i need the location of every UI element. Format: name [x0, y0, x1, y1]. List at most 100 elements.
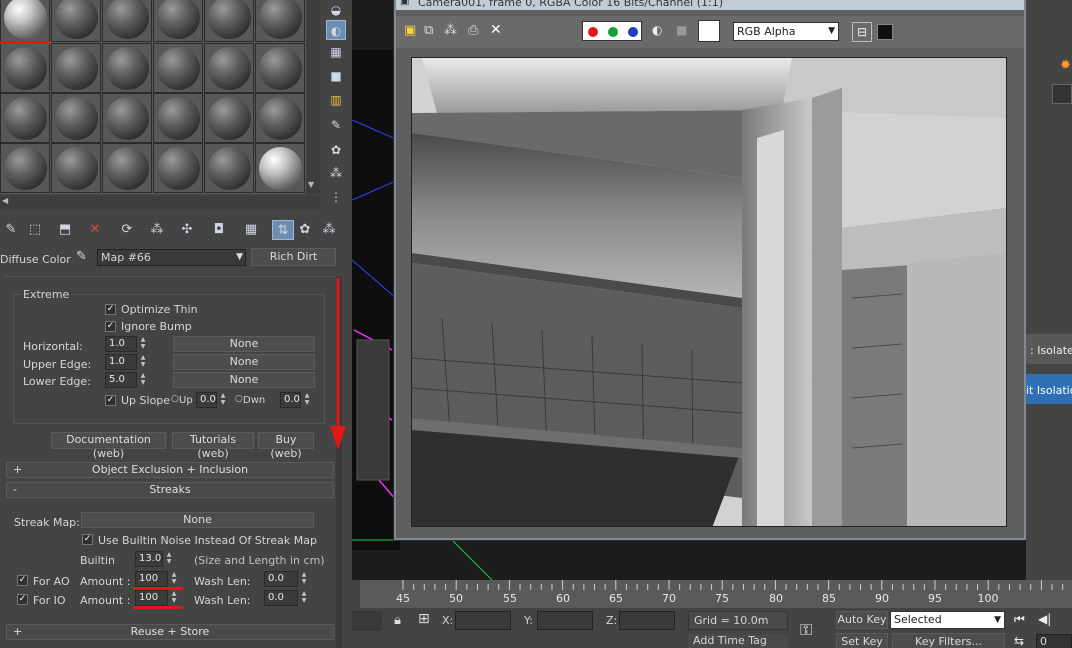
auto-key-button[interactable]: Auto Key	[836, 611, 888, 629]
print-icon[interactable]: ⎙	[468, 23, 478, 38]
sample-slot[interactable]	[102, 93, 152, 143]
sample-slot[interactable]	[102, 143, 152, 193]
scroll-left-icon[interactable]: ◀	[2, 196, 8, 205]
sample-slot[interactable]	[51, 43, 101, 93]
set-key-button[interactable]: Set Key	[836, 633, 888, 648]
material-id-icon[interactable]: ✣	[176, 220, 198, 240]
x-coordinate-field[interactable]	[455, 611, 511, 630]
spinner-arrows-icon[interactable]: ▲ ▼	[164, 551, 174, 567]
sample-slot[interactable]	[204, 143, 254, 193]
spinner-arrows-icon[interactable]: ▲ ▼	[302, 392, 312, 408]
sample-type-icon[interactable]: ◒	[326, 0, 346, 20]
alpha-channel-icon[interactable]: ◐	[652, 23, 662, 37]
builtin-spinner[interactable]: 13.0 ▲ ▼	[135, 551, 171, 567]
exit-isolation-item[interactable]: it Isolation	[1026, 384, 1072, 397]
scroll-down-icon[interactable]: ▼	[308, 180, 314, 189]
sample-slot[interactable]	[51, 93, 101, 143]
options-icon[interactable]: ✿	[326, 140, 346, 160]
spinner-arrows-icon[interactable]: ▲ ▼	[169, 571, 179, 587]
reuse-store-rollout[interactable]: + Reuse + Store	[6, 624, 334, 640]
ao-amount-spinner[interactable]: 100 ▲ ▼	[135, 571, 176, 587]
io-amount-spinner[interactable]: 100 ▲ ▼	[135, 590, 176, 606]
io-wash-spinner[interactable]: 0.0 ▲ ▼	[264, 590, 306, 606]
for-io-checkbox[interactable]: ✓	[17, 594, 28, 605]
sample-slot[interactable]	[255, 0, 305, 42]
ignore-bump-checkbox[interactable]: ✓	[105, 321, 116, 332]
toggle-ui-icon[interactable]: ⊟	[852, 22, 872, 42]
streak-map-button[interactable]: None	[81, 512, 314, 528]
sample-slot[interactable]	[255, 143, 305, 193]
sample-slot[interactable]	[204, 43, 254, 93]
y-coordinate-field[interactable]	[537, 611, 593, 630]
red-channel-icon[interactable]	[588, 27, 598, 37]
sample-slot[interactable]	[0, 43, 50, 93]
sample-slot[interactable]	[0, 143, 50, 193]
upper-edge-spinner[interactable]: 1.0 ▲ ▼	[105, 354, 145, 370]
mono-icon[interactable]: ■	[676, 23, 687, 37]
horizontal-spinner[interactable]: 1.0 ▲ ▼	[105, 336, 145, 352]
lights-icon[interactable]: ✹	[1060, 58, 1071, 73]
previous-frame-icon[interactable]: ◀|	[1038, 612, 1051, 626]
sample-slot[interactable]	[0, 93, 50, 143]
channel-dropdown[interactable]: RGB Alpha ▼	[733, 22, 839, 41]
make-unique-icon[interactable]: ⟳	[116, 220, 138, 240]
time-config-icon[interactable]: ⇆	[1014, 634, 1024, 648]
put-to-library-icon[interactable]: ⁂	[146, 220, 168, 240]
streaks-rollout[interactable]: - Streaks	[6, 482, 334, 498]
map-name-dropdown[interactable]: Map #66 ▼	[97, 249, 246, 266]
key-icon[interactable]: ⚿	[800, 620, 812, 640]
background-icon[interactable]: ▦	[326, 42, 346, 62]
go-to-start-icon[interactable]: ⏮	[1014, 612, 1025, 627]
put-to-scene-icon[interactable]: ⬚	[24, 220, 46, 240]
dwn-radio[interactable]: ○	[235, 394, 243, 404]
clear-icon[interactable]: ✕	[490, 22, 502, 38]
spinner-arrows-icon[interactable]: ▲ ▼	[169, 590, 179, 606]
key-filters-button[interactable]: Key Filters...	[892, 633, 1005, 648]
sample-slot[interactable]	[255, 93, 305, 143]
sample-slot[interactable]	[51, 0, 101, 42]
material-navigator-icon[interactable]: ⋮	[326, 187, 346, 207]
sample-slot[interactable]	[51, 143, 101, 193]
buy-button[interactable]: Buy (web)	[258, 432, 314, 460]
get-material-icon[interactable]: ✎	[0, 220, 22, 240]
uv-tiling-icon[interactable]: ■	[326, 66, 346, 86]
backlight-icon[interactable]: ◐	[326, 20, 346, 40]
go-to-parent-icon[interactable]: ⇅	[272, 220, 294, 240]
clone-window-icon[interactable]: ⧉	[424, 23, 433, 38]
sample-slot[interactable]	[153, 143, 203, 193]
spinner-arrows-icon[interactable]: ▲ ▼	[138, 336, 148, 352]
eyedropper-icon[interactable]: ✎	[76, 249, 87, 264]
lower-edge-map-button[interactable]: None	[173, 372, 315, 388]
make-preview-icon[interactable]: ✎	[326, 115, 346, 135]
track-icon[interactable]: ⁂	[444, 23, 457, 38]
up-slope-checkbox[interactable]: ✓	[105, 395, 116, 406]
builtin-noise-checkbox[interactable]: ✓	[82, 534, 93, 545]
select-by-material-icon[interactable]: ⁂	[326, 163, 346, 183]
timeline[interactable]: 45 50 55 60 65 70 75 80 85 90 95 100	[360, 580, 1072, 608]
ao-wash-spinner[interactable]: 0.0 ▲ ▼	[264, 571, 306, 587]
key-selection-dropdown[interactable]: Selected ▼	[890, 611, 1005, 629]
display-overlay-icon[interactable]	[877, 24, 893, 40]
spinner-arrows-icon[interactable]: ▲ ▼	[138, 354, 148, 370]
isolate-menu-item[interactable]: : Isolate	[1030, 344, 1072, 357]
show-shaded-icon[interactable]: ▦	[240, 220, 262, 240]
sample-slot[interactable]	[153, 0, 203, 42]
name-field[interactable]	[1052, 84, 1072, 104]
slots-scrollbar[interactable]: ▼	[306, 0, 320, 194]
sample-slot[interactable]	[153, 43, 203, 93]
dwn-spinner[interactable]: 0.0 ▲ ▼	[280, 392, 309, 408]
go-forward-sibling-icon[interactable]: ✿	[294, 220, 316, 240]
tutorials-button[interactable]: Tutorials (web)	[172, 432, 254, 460]
sample-slot[interactable]	[102, 43, 152, 93]
sample-slot[interactable]	[153, 93, 203, 143]
spinner-arrows-icon[interactable]: ▲ ▼	[218, 392, 228, 408]
sample-slot[interactable]	[0, 0, 50, 42]
object-exclusion-rollout[interactable]: + Object Exclusion + Inclusion	[6, 462, 334, 478]
up-spinner[interactable]: 0.0 ▲ ▼	[196, 392, 225, 408]
sample-slot[interactable]	[255, 43, 305, 93]
swatch-color[interactable]	[698, 20, 720, 42]
upper-edge-map-button[interactable]: None	[173, 354, 315, 370]
assign-material-icon[interactable]: ⬒	[54, 220, 76, 240]
map-type-button[interactable]: Rich Dirt	[251, 248, 336, 266]
slots-hscrollbar[interactable]: ◀	[0, 196, 320, 210]
